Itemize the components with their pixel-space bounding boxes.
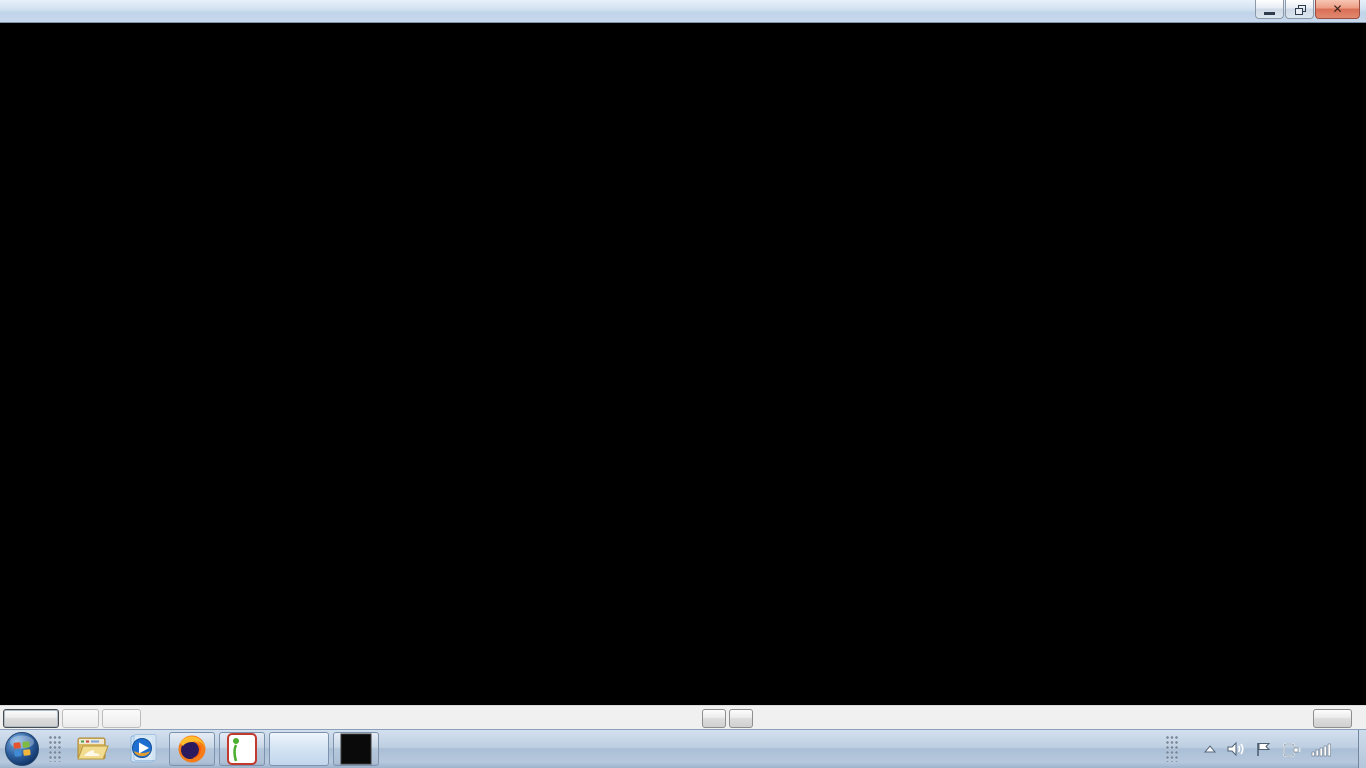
usb-plug-icon [1282,741,1301,758]
taskbar-grip [49,736,61,762]
flag-icon [1255,741,1272,757]
caption-buttons: ✕ [1254,0,1360,19]
send-button[interactable] [62,709,99,728]
start-button[interactable] [3,730,41,768]
close-dialog-button[interactable] [1313,709,1352,728]
ve-surface-mesh[interactable] [0,23,1366,705]
windows-logo-icon [4,731,40,767]
taskbar-item-g4[interactable] [333,732,379,766]
desktop-screen: ✕ [0,0,1366,768]
restore-icon [1295,5,1305,14]
show-hidden-icons-button[interactable] [1203,744,1217,754]
vems-v-icon [282,733,316,765]
taskbar-item-media-player[interactable] [119,732,165,766]
ve-table-3d-view[interactable] [0,23,1366,705]
close-window-button[interactable]: ✕ [1315,0,1360,19]
action-bar [0,705,1366,729]
title-bar[interactable]: ✕ [0,0,1366,23]
volume-button[interactable] [1227,741,1245,757]
prev-table-button[interactable] [702,709,726,728]
folder-icon [75,734,109,764]
minimize-icon [1264,12,1275,15]
minimize-button[interactable] [1255,0,1284,19]
signal-bars-icon [1311,741,1331,757]
firefox-icon [176,733,208,765]
system-tray [1158,730,1366,768]
action-center-button[interactable] [1255,741,1272,757]
show-desktop-button[interactable] [1358,730,1366,768]
refresh-button[interactable] [3,709,59,728]
g4-icon [340,733,372,765]
media-player-icon [126,733,158,765]
taskbar-item-firefox[interactable] [169,732,215,766]
restore-button[interactable] [1285,0,1314,19]
next-table-button[interactable] [729,709,753,728]
taskbar-item-explorer[interactable] [69,732,115,766]
idaq-icon [227,733,257,765]
speaker-icon [1227,741,1245,757]
close-icon: ✕ [1332,3,1342,15]
taskbar-item-vems-active[interactable] [269,732,329,766]
chevron-up-icon [1203,744,1217,754]
remove-hardware-button[interactable] [1282,741,1301,758]
tray-grip [1166,736,1178,762]
taskbar-item-idaq[interactable] [219,732,265,766]
burn-button[interactable] [102,709,141,728]
taskbar [0,729,1366,768]
network-button[interactable] [1311,741,1331,757]
status-readouts [8,27,70,129]
app-icon [6,2,22,20]
